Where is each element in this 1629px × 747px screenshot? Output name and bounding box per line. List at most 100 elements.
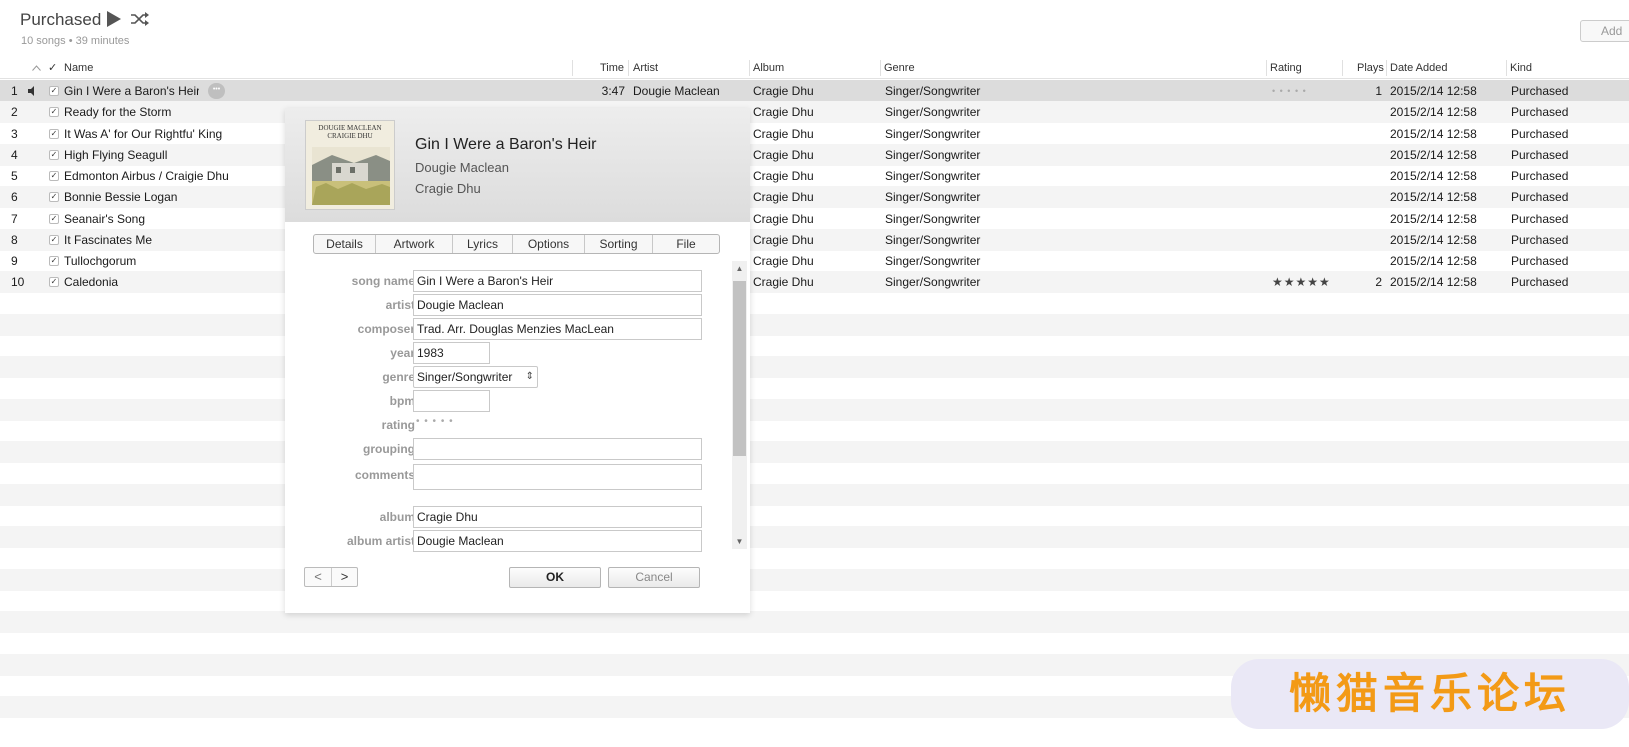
song-row[interactable]: 10 Caledonia Cragie Dhu Singer/Songwriter ★★…: [0, 271, 1629, 294]
column-time[interactable]: Time: [600, 57, 624, 79]
song-kind: Purchased: [1511, 169, 1569, 183]
tab-artwork[interactable]: Artwork: [376, 235, 453, 253]
next-button[interactable]: >: [331, 568, 357, 586]
song-time: 3:47: [601, 84, 625, 98]
song-rating: [1272, 208, 1340, 230]
tab-details[interactable]: Details: [314, 235, 376, 253]
tab-file[interactable]: File: [653, 235, 719, 253]
genre-select[interactable]: Singer/Songwriter ⇕: [413, 366, 538, 388]
previous-button[interactable]: <: [305, 568, 331, 586]
song-checkbox[interactable]: ✓: [49, 234, 59, 245]
playlist-summary: 10 songs • 39 minutes: [21, 35, 130, 47]
dialog-song-artist: Dougie Maclean: [415, 160, 509, 175]
column-name[interactable]: Name: [64, 57, 93, 79]
column-date-added[interactable]: Date Added: [1390, 57, 1448, 79]
song-name: Caledonia: [64, 275, 119, 290]
song-date-added: 2015/2/14 12:58: [1390, 232, 1477, 247]
genre-select-value: Singer/Songwriter: [417, 370, 513, 384]
column-plays[interactable]: Plays: [1357, 57, 1384, 79]
song-name: Seanair's Song: [64, 211, 146, 226]
album-field[interactable]: Cragie Dhu: [413, 506, 702, 528]
column-genre[interactable]: Genre: [884, 57, 915, 79]
album-artist-field[interactable]: Dougie Maclean: [413, 530, 702, 552]
year-field[interactable]: 1983: [413, 342, 490, 364]
song-checkbox[interactable]: ✓: [49, 256, 59, 266]
song-name-label: song name: [351, 274, 415, 288]
empty-row: [0, 633, 1629, 655]
song-checkbox[interactable]: ✓: [49, 107, 59, 118]
album-art-text: DOUGIE MACLEAN CRAIGIE DHU: [318, 124, 382, 140]
form-scrollbar[interactable]: ▲ ▼: [732, 261, 747, 549]
song-row[interactable]: 7 Seanair's Song Cragie Dhu Singer/Songwrit…: [0, 208, 1629, 230]
song-name: Tullochgorum: [64, 254, 137, 268]
rating-stars[interactable]: • • • • •: [416, 416, 454, 427]
details-form: song name Gin I Were a Baron's Heir arti…: [285, 268, 735, 568]
track-number: 4: [11, 147, 18, 162]
song-list: 1 Gin I Were a Baron's Heir 3:47 Dougie Mac…: [0, 80, 1629, 747]
column-check[interactable]: ✓: [48, 57, 57, 79]
track-number: 8: [11, 232, 18, 247]
song-checkbox[interactable]: ✓: [49, 171, 59, 181]
artist-field[interactable]: Dougie Maclean: [413, 294, 702, 316]
song-info-dialog: DOUGIE MACLEAN CRAIGIE DHU Gin I Were a B…: [285, 108, 750, 613]
song-row[interactable]: 5 Edmonton Airbus / Craigie Dhu Cragie Dhu…: [0, 165, 1629, 187]
bpm-label: bpm: [389, 394, 415, 408]
song-checkbox[interactable]: ✓: [49, 128, 59, 139]
shuffle-icon[interactable]: [130, 11, 150, 27]
song-row[interactable]: 4 High Flying Seagull Cragie Dhu Singer/Son…: [0, 143, 1629, 166]
song-genre: Singer/Songwriter: [885, 105, 981, 120]
track-number: 5: [11, 169, 18, 183]
song-kind: Purchased: [1511, 211, 1569, 226]
song-row[interactable]: 2 Ready for the Storm Cragie Dhu Singer/Son…: [0, 101, 1629, 124]
column-rating[interactable]: Rating: [1270, 57, 1302, 79]
song-genre: Singer/Songwriter: [885, 190, 981, 205]
composer-field[interactable]: Trad. Arr. Douglas Menzies MacLean: [413, 318, 702, 340]
grouping-field[interactable]: [413, 438, 702, 460]
sort-up-icon[interactable]: [32, 65, 41, 71]
song-date-added: 2015/2/14 12:58: [1390, 105, 1477, 120]
song-row[interactable]: 8 It Fascinates Me Cragie Dhu Singer/Songwr…: [0, 228, 1629, 251]
column-album[interactable]: Album: [753, 57, 784, 79]
song-rating: • • • • •: [1272, 86, 1307, 96]
song-album: Cragie Dhu: [753, 211, 814, 226]
tab-sorting[interactable]: Sorting: [585, 235, 653, 253]
cancel-button[interactable]: Cancel: [608, 567, 700, 588]
empty-row: [0, 590, 1629, 612]
song-checkbox[interactable]: ✓: [49, 192, 59, 203]
more-options-icon[interactable]: •••: [208, 83, 225, 99]
song-rating: [1272, 144, 1340, 166]
song-row[interactable]: 1 Gin I Were a Baron's Heir 3:47 Dougie Mac…: [0, 80, 1629, 102]
song-row[interactable]: 3 It Was A' for Our Rightfu' King Cragie D…: [0, 123, 1629, 145]
dialog-header: DOUGIE MACLEAN CRAIGIE DHU Gin I Were a B…: [285, 108, 750, 222]
bpm-field[interactable]: [413, 390, 490, 412]
comments-field[interactable]: [413, 464, 702, 490]
song-name-field[interactable]: Gin I Were a Baron's Heir: [413, 270, 702, 292]
column-kind[interactable]: Kind: [1510, 57, 1532, 79]
song-rating: [1272, 186, 1340, 208]
song-album: Cragie Dhu: [753, 84, 814, 98]
song-row[interactable]: 6 Bonnie Bessie Logan Cragie Dhu Singer/Son…: [0, 186, 1629, 209]
empty-row: [0, 611, 1629, 634]
song-name: It Was A' for Our Rightfu' King: [64, 126, 223, 141]
song-album: Cragie Dhu: [753, 254, 814, 268]
song-row[interactable]: 9 Tullochgorum Cragie Dhu Singer/Songwriter…: [0, 250, 1629, 272]
song-checkbox[interactable]: ✓: [49, 277, 59, 288]
scroll-up-icon[interactable]: ▲: [735, 264, 744, 273]
column-artist[interactable]: Artist: [633, 57, 658, 79]
ok-button[interactable]: OK: [509, 567, 601, 588]
tab-lyrics[interactable]: Lyrics: [453, 235, 513, 253]
tab-options[interactable]: Options: [513, 235, 585, 253]
play-icon[interactable]: [106, 10, 122, 28]
song-kind: Purchased: [1511, 254, 1569, 268]
scroll-down-icon[interactable]: ▼: [735, 537, 744, 546]
song-checkbox[interactable]: ✓: [49, 149, 59, 160]
scroll-thumb[interactable]: [733, 281, 746, 456]
song-checkbox[interactable]: ✓: [49, 86, 59, 96]
album-artwork[interactable]: DOUGIE MACLEAN CRAIGIE DHU: [305, 120, 395, 210]
track-number: 7: [11, 211, 18, 226]
album-artist-label: album artist: [346, 534, 415, 548]
track-number: 3: [11, 126, 18, 141]
song-checkbox[interactable]: ✓: [49, 213, 59, 224]
add-button[interactable]: Add: [1580, 20, 1629, 42]
artist-label: artist: [385, 298, 415, 312]
